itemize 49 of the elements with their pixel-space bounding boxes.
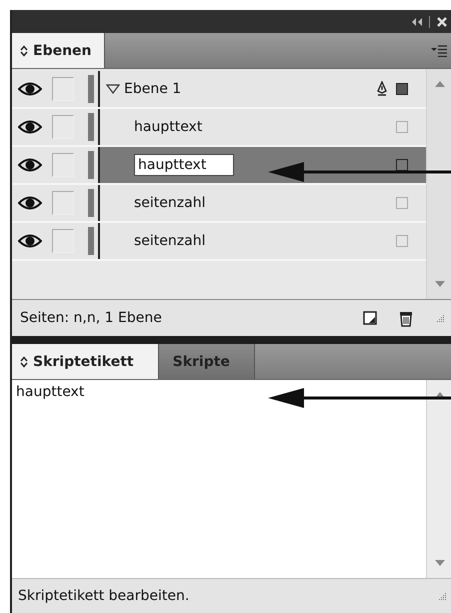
tab-label: Ebenen xyxy=(33,42,92,58)
layer-row[interactable]: seitenzahl xyxy=(12,185,426,223)
expand-triangle-icon[interactable] xyxy=(106,84,120,94)
menu-icon[interactable] xyxy=(431,44,447,56)
scroll-down-icon[interactable] xyxy=(435,560,445,566)
scrollbar[interactable] xyxy=(426,380,451,578)
sort-icon xyxy=(20,44,28,56)
layer-row[interactable]: haupttext xyxy=(12,109,426,147)
layer-color-bar xyxy=(88,75,94,103)
panel-tab[interactable]: Skripte xyxy=(158,344,255,379)
selection-square[interactable] xyxy=(396,159,408,171)
eye-icon[interactable] xyxy=(18,81,42,97)
sort-icon xyxy=(20,356,28,368)
panel-tab[interactable]: Ebenen xyxy=(12,33,105,68)
scrollbar[interactable] xyxy=(426,69,451,299)
lock-toggle[interactable] xyxy=(52,115,74,139)
footer-status: Seiten: n,n, 1 Ebene xyxy=(20,310,163,326)
lock-toggle[interactable] xyxy=(52,229,74,253)
layer-name: Ebene 1 xyxy=(124,81,182,97)
eye-icon[interactable] xyxy=(18,195,42,211)
layer-name: haupttext xyxy=(134,119,202,135)
selection-square[interactable] xyxy=(396,83,408,95)
name-input-field[interactable]: haupttext xyxy=(134,154,234,176)
eye-icon[interactable] xyxy=(18,119,42,135)
layer-row[interactable]: haupttext xyxy=(12,147,426,185)
tab-label: Skripte xyxy=(172,354,230,370)
layer-name: seitenzahl xyxy=(134,233,206,249)
tab-label: Skriptetikett xyxy=(33,354,134,370)
lock-toggle[interactable] xyxy=(52,191,74,215)
status-text: Skriptetikett bearbeiten. xyxy=(18,588,190,604)
new-page-icon[interactable] xyxy=(363,311,377,325)
layer-color-bar xyxy=(88,189,94,217)
panel-tab[interactable]: Skriptetikett xyxy=(12,344,159,379)
eye-icon[interactable] xyxy=(18,233,42,249)
close-icon[interactable] xyxy=(437,16,447,26)
layer-color-bar xyxy=(88,113,94,141)
lock-toggle[interactable] xyxy=(52,77,74,101)
scroll-down-icon[interactable] xyxy=(435,281,445,287)
layer-color-bar xyxy=(88,151,94,179)
trash-icon[interactable] xyxy=(399,310,413,326)
eye-icon[interactable] xyxy=(18,157,42,173)
scroll-up-icon[interactable] xyxy=(435,392,445,398)
layer-row[interactable]: seitenzahl xyxy=(12,223,426,261)
layer-color-bar xyxy=(88,227,94,255)
layer-row[interactable]: Ebene 1 xyxy=(12,71,426,109)
lock-toggle[interactable] xyxy=(52,153,74,177)
collapse-icon[interactable] xyxy=(411,16,423,26)
pen-icon xyxy=(376,81,388,97)
layer-name: seitenzahl xyxy=(134,195,206,211)
